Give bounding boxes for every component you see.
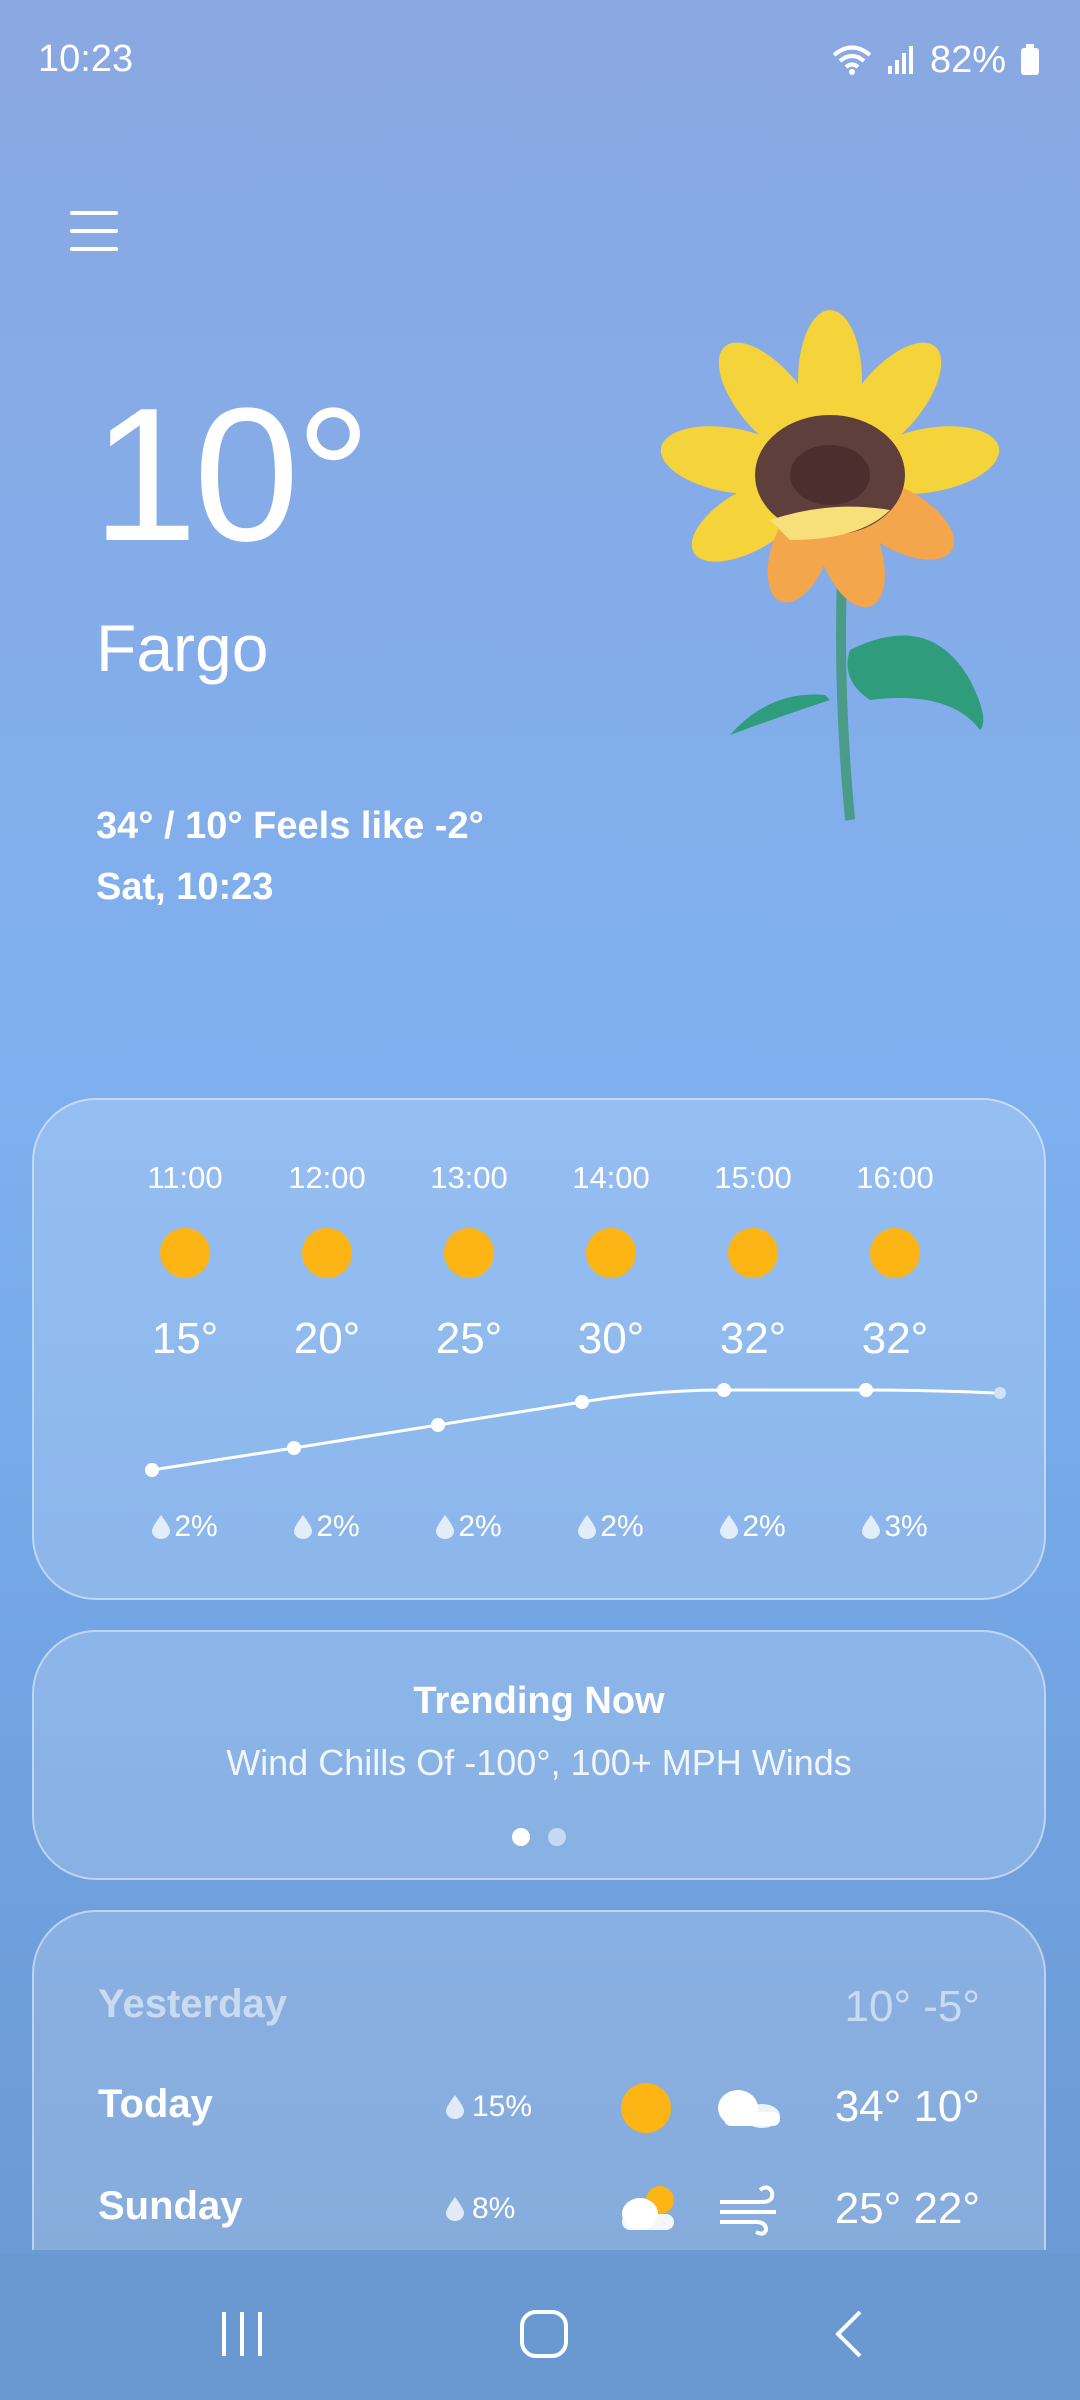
back-icon[interactable] — [820, 2304, 880, 2364]
daily-row-yesterday: Yesterday 10° -5° — [34, 1972, 1044, 2042]
sun-icon — [621, 2083, 671, 2133]
city-name[interactable]: Fargo — [96, 610, 268, 686]
daily-row-sunday: Sunday 8% 25° 22° — [34, 2174, 1044, 2244]
navigation-bar — [0, 2254, 1080, 2400]
hour-temp: 30° — [577, 1314, 645, 1363]
hour-time: 11:00 — [147, 1160, 223, 1195]
recent-apps-icon[interactable] — [212, 2304, 272, 2364]
trending-now-card[interactable]: Trending Now Wind Chills Of -100°, 100+ … — [32, 1630, 1046, 1880]
hour-rain: 2% — [114, 1510, 256, 1544]
sun-icon — [728, 1228, 778, 1278]
hour-time: 12:00 — [288, 1160, 366, 1195]
daily-row-today: Today 15% 34° 10° — [34, 2072, 1044, 2142]
sunflower-illustration — [660, 310, 1000, 821]
raindrop-icon — [436, 1515, 455, 1539]
raindrop-icon — [862, 1515, 881, 1539]
status-time: 10:23 — [38, 38, 134, 80]
day-rain: 15% — [446, 2090, 532, 2124]
hour-rain: 2% — [682, 1510, 824, 1544]
day-temps: 34° 10° — [834, 2082, 980, 2131]
trending-headline[interactable]: Wind Chills Of -100°, 100+ MPH Winds — [34, 1742, 1044, 1784]
hour-temp: 20° — [293, 1314, 361, 1363]
high-low-feels-like: 34° / 10° Feels like -2° — [96, 805, 484, 847]
trending-title: Trending Now — [413, 1680, 665, 1722]
temp-point — [431, 1418, 445, 1432]
wifi-icon — [832, 45, 872, 75]
day-temps: 25° 22° — [834, 2184, 980, 2233]
daily-forecast-card[interactable]: Yesterday 10° -5° Today 15% 34° 10° Sund… — [32, 1910, 1046, 2250]
status-bar: 10:23 82% — [0, 0, 1080, 120]
pager-dots — [34, 1828, 1044, 1846]
raindrop-icon — [446, 2197, 464, 2221]
day-temps: 10° -5° — [844, 1982, 980, 2031]
hour-temp: 32° — [719, 1314, 787, 1363]
hour-time: 16:00 — [856, 1160, 934, 1195]
wind-icon — [720, 2185, 776, 2236]
sun-icon — [302, 1228, 352, 1278]
signal-icon — [887, 46, 913, 74]
day-rain: 8% — [446, 2192, 515, 2226]
temp-point — [717, 1383, 731, 1397]
hour-time: 14:00 — [572, 1160, 650, 1195]
temp-point — [287, 1441, 301, 1455]
hour-rain: 2% — [540, 1510, 682, 1544]
raindrop-icon — [152, 1515, 171, 1539]
sun-icon — [870, 1228, 920, 1278]
pager-dot-active — [512, 1828, 530, 1846]
hour-temp: 25° — [435, 1314, 503, 1363]
menu-button[interactable] — [70, 205, 120, 255]
hour-temp: 32° — [861, 1314, 929, 1363]
menu-icon — [70, 211, 118, 215]
raindrop-icon — [720, 1515, 739, 1539]
sun-icon — [444, 1228, 494, 1278]
hour-temp: 15° — [151, 1314, 219, 1363]
sun-icon — [160, 1228, 210, 1278]
raindrop-icon — [446, 2095, 464, 2119]
hour-rain: 3% — [824, 1510, 966, 1544]
day-name: Today — [98, 2082, 213, 2126]
temp-point — [145, 1463, 159, 1477]
battery-percent: 82% — [929, 38, 1006, 81]
sun-icon — [586, 1228, 636, 1278]
home-icon[interactable] — [514, 2304, 574, 2364]
temp-point — [994, 1387, 1006, 1399]
temp-point — [575, 1395, 589, 1409]
day-name: Sunday — [98, 2184, 243, 2228]
pager-dot — [548, 1828, 566, 1846]
hourly-forecast-card[interactable]: 11:00 15° 2% 12:00 20° 2% 13:00 25° 2% 1… — [32, 1098, 1046, 1600]
hour-rain: 2% — [398, 1510, 540, 1544]
cloud-icon — [718, 2090, 780, 2128]
current-temperature: 10° — [92, 369, 371, 581]
battery-icon — [1021, 44, 1039, 75]
partly-cloudy-icon — [622, 2186, 674, 2230]
temp-point — [859, 1383, 873, 1397]
raindrop-icon — [578, 1515, 597, 1539]
hour-time: 13:00 — [430, 1160, 508, 1195]
status-icons: 82% — [832, 38, 1040, 82]
raindrop-icon — [294, 1515, 313, 1539]
hour-time: 15:00 — [714, 1160, 792, 1195]
date-time: Sat, 10:23 — [96, 866, 274, 908]
hour-rain: 2% — [256, 1510, 398, 1544]
day-name: Yesterday — [98, 1982, 288, 2026]
